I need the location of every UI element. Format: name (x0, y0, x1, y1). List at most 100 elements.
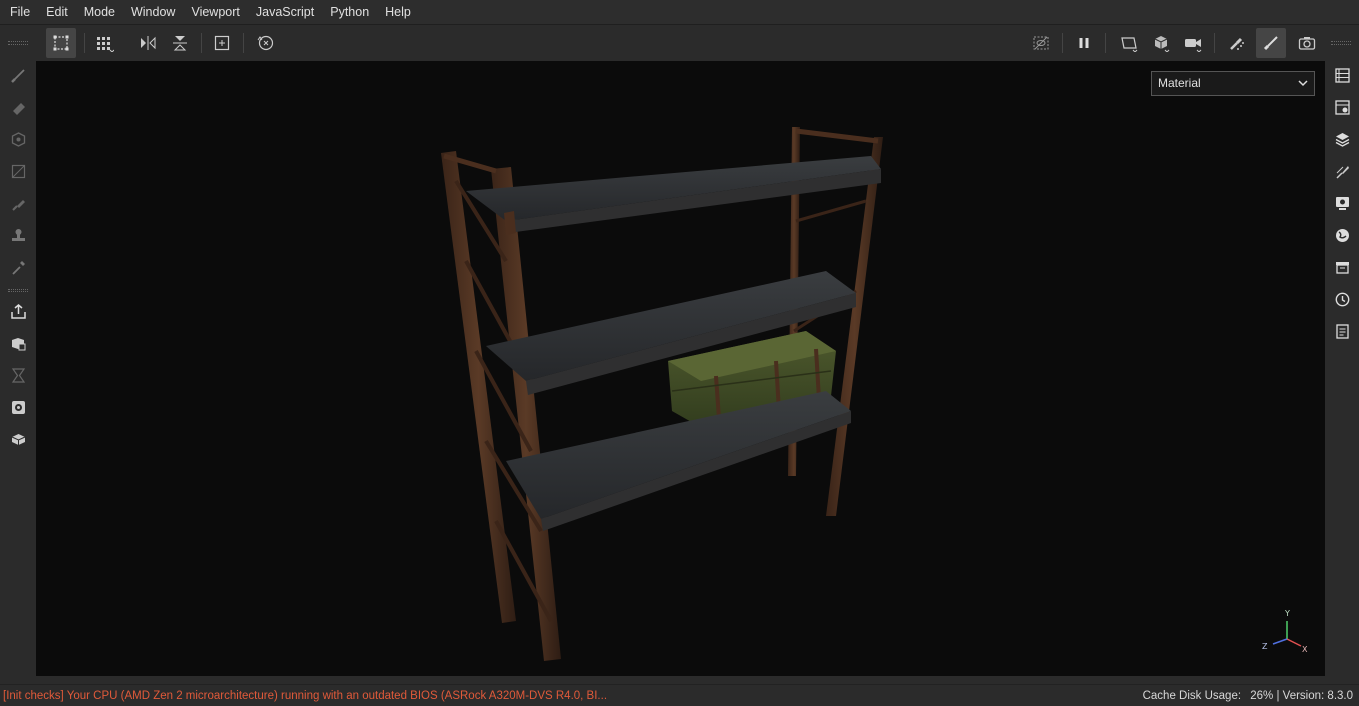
axis-y-label: Y (1285, 609, 1290, 618)
paint-sprayer-icon (1230, 37, 1244, 50)
iray-button[interactable] (4, 362, 32, 388)
geometry-mask-icon (11, 164, 25, 178)
color-picker-icon (11, 260, 25, 275)
properties-icon (1335, 165, 1349, 179)
history-icon (1335, 292, 1349, 306)
hide-occlusion-button[interactable] (1026, 28, 1056, 58)
projection-tool-button[interactable] (4, 126, 32, 152)
axis-x-label: X (1302, 645, 1308, 654)
tool-sidebar (0, 61, 36, 676)
history-button[interactable] (1328, 286, 1356, 312)
version-label: Version: 8.3.0 (1282, 690, 1353, 702)
select-polygon-button[interactable] (46, 28, 76, 58)
pause-button[interactable] (1069, 28, 1099, 58)
layers-stack-icon (1335, 132, 1349, 147)
menu-file[interactable]: File (2, 0, 38, 25)
add-frame-button[interactable] (207, 28, 237, 58)
toolbar (0, 25, 1359, 61)
log-button[interactable] (1328, 318, 1356, 344)
menu-mode[interactable]: Mode (76, 0, 123, 25)
3d-viewport[interactable]: Y X Z Material (36, 61, 1325, 676)
mirror-x-button[interactable] (133, 28, 163, 58)
eraser-icon (12, 102, 25, 115)
color-picker-button[interactable] (4, 254, 32, 280)
display-settings-button[interactable] (1328, 190, 1356, 216)
eraser-tool-button[interactable] (4, 94, 32, 120)
shelf-icon (1335, 261, 1349, 274)
hide-occlusion-icon (1033, 36, 1049, 50)
geometry-mask-button[interactable] (4, 158, 32, 184)
2d-view-button[interactable] (1114, 28, 1144, 58)
bake-icon (11, 337, 25, 350)
iray-icon (11, 367, 25, 383)
menu-edit[interactable]: Edit (38, 0, 76, 25)
projection-icon (11, 131, 25, 147)
mirror-y-icon (173, 36, 187, 51)
shelf-top (466, 156, 881, 235)
pause-icon (1079, 38, 1089, 48)
menu-window[interactable]: Window (123, 0, 183, 25)
3d-view-button[interactable] (1146, 28, 1176, 58)
2d-view-icon (1121, 37, 1138, 52)
layers-list-icon (1334, 67, 1350, 83)
paint-tool-button[interactable] (4, 62, 32, 88)
clone-tool-button[interactable] (4, 222, 32, 248)
toolbar-grip[interactable] (8, 41, 28, 45)
chevron-down-icon (1298, 80, 1308, 87)
reset-rotation-icon (257, 35, 274, 51)
export-icon (10, 303, 26, 319)
paint-sprayer-button[interactable] (1221, 28, 1251, 58)
status-bar: [Init checks] Your CPU (AMD Zen 2 microa… (0, 684, 1359, 706)
menu-javascript[interactable]: JavaScript (248, 0, 322, 25)
status-message[interactable]: [Init checks] Your CPU (AMD Zen 2 microa… (3, 685, 607, 706)
texture-settings-button[interactable] (1328, 94, 1356, 120)
brush-button[interactable] (1256, 28, 1286, 58)
viewport-mode-value: Material (1158, 76, 1201, 90)
display-settings-icon (1335, 196, 1349, 210)
shelf-button[interactable] (1328, 254, 1356, 280)
cache-label: Cache Disk Usage: (1142, 690, 1242, 702)
menu-viewport[interactable]: Viewport (183, 0, 247, 25)
log-icon (1335, 323, 1349, 339)
environment-button[interactable] (1328, 222, 1356, 248)
mirror-y-button[interactable] (165, 28, 195, 58)
export-button[interactable] (4, 298, 32, 324)
mirror-x-icon (141, 36, 156, 50)
environment-icon (1335, 228, 1349, 242)
reset-rotation-button[interactable] (251, 28, 281, 58)
bake-button[interactable] (4, 330, 32, 356)
camera-icon (1185, 39, 1202, 52)
cache-value: 26% (1250, 690, 1274, 702)
camera-button[interactable] (1178, 28, 1208, 58)
symmetry-button[interactable] (90, 28, 120, 58)
toolbar-grip-right[interactable] (1331, 41, 1351, 45)
clone-stamp-icon (11, 228, 25, 241)
panel-sidebar (1325, 61, 1359, 676)
layers-stack-button[interactable] (1328, 126, 1356, 152)
mesh-icon (11, 433, 25, 445)
add-frame-icon (214, 35, 230, 51)
viewport-mode-select[interactable]: Material (1151, 71, 1315, 96)
screenshot-button[interactable] (1292, 28, 1322, 58)
menu-bar: File Edit Mode Window Viewport JavaScrip… (0, 0, 1359, 25)
left-sidebar-grip[interactable] (8, 289, 28, 292)
mesh-button[interactable] (4, 426, 32, 452)
menu-python[interactable]: Python (322, 0, 377, 25)
texture-set-icon (11, 400, 25, 414)
brush-icon (1263, 36, 1278, 51)
status-info: Cache Disk Usage: 26% | Version: 8.3.0 (1143, 685, 1353, 706)
select-polygon-icon (53, 35, 69, 51)
texture-set-button[interactable] (4, 394, 32, 420)
properties-button[interactable] (1328, 158, 1356, 184)
3d-cube-icon (1154, 36, 1170, 52)
smudge-icon (11, 199, 25, 211)
screenshot-icon (1298, 37, 1316, 50)
smudge-tool-button[interactable] (4, 190, 32, 216)
viewport-scrollbar[interactable] (36, 676, 1325, 684)
axis-z-label: Z (1262, 642, 1268, 651)
layers-list-button[interactable] (1328, 62, 1356, 88)
texture-settings-icon (1334, 99, 1350, 115)
scene-render[interactable] (36, 61, 1325, 676)
menu-help[interactable]: Help (377, 0, 419, 25)
paint-brush-icon (10, 68, 25, 83)
